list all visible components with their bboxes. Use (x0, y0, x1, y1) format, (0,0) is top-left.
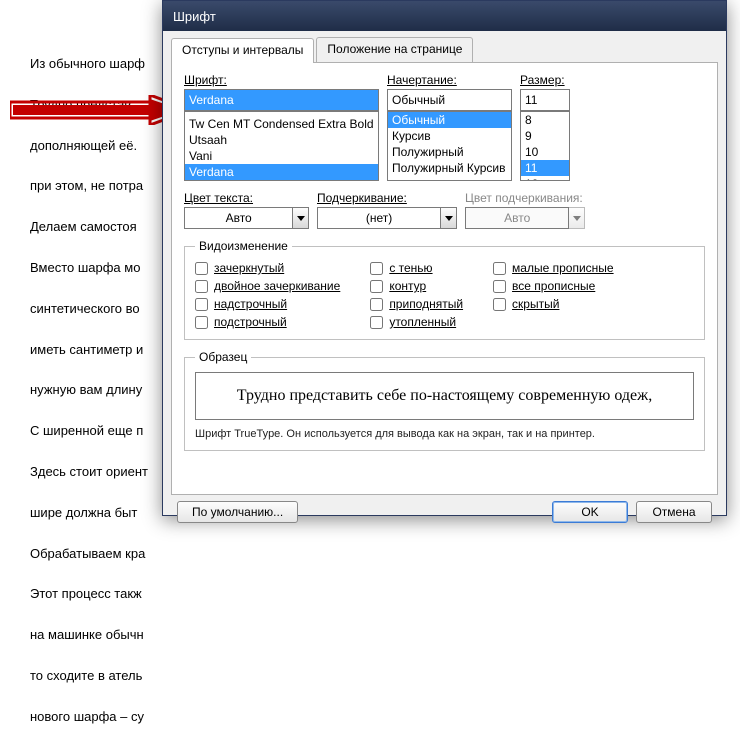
tab-bar: Отступы и интервалы Положение на страниц… (171, 37, 718, 63)
cancel-button[interactable]: Отмена (636, 501, 712, 523)
chk-outline[interactable] (370, 280, 383, 293)
list-item[interactable]: Vani (185, 148, 378, 164)
list-item[interactable]: Обычный (388, 112, 511, 128)
label-ulcolor: Цвет подчеркивания: (465, 191, 585, 205)
font-dialog: Шрифт Отступы и интервалы Положение на с… (162, 0, 727, 516)
label-textcolor: Цвет текста: (184, 191, 309, 205)
chk-super[interactable] (195, 298, 208, 311)
list-item[interactable]: 9 (521, 128, 569, 144)
ulcolor-combo (465, 207, 569, 229)
list-item[interactable]: 11 (521, 160, 569, 176)
label-underline: Подчеркивание: (317, 191, 457, 205)
list-item[interactable]: Verdana (185, 164, 378, 180)
textcolor-dropdown[interactable] (293, 207, 309, 229)
chk-shadow[interactable] (370, 262, 383, 275)
style-listbox[interactable]: ОбычныйКурсивПолужирныйПолужирный Курсив (387, 111, 512, 181)
default-button[interactable]: По умолчанию... (177, 501, 298, 523)
list-item[interactable]: Полужирный (388, 144, 511, 160)
chk-emboss[interactable] (370, 298, 383, 311)
chk-dblstrike[interactable] (195, 280, 208, 293)
effects-group: Видоизменение зачеркнутый двойное зачерк… (184, 239, 705, 340)
effects-legend: Видоизменение (195, 239, 292, 253)
tab-pageposition[interactable]: Положение на странице (316, 37, 473, 62)
ulcolor-dropdown (569, 207, 585, 229)
list-item[interactable]: 12 (521, 176, 569, 181)
tab-indents[interactable]: Отступы и интервалы (171, 38, 314, 63)
list-item[interactable]: 8 (521, 112, 569, 128)
underline-dropdown[interactable] (441, 207, 457, 229)
chk-allcaps[interactable] (493, 280, 506, 293)
dialog-title: Шрифт (173, 9, 216, 24)
underline-combo[interactable] (317, 207, 441, 229)
sample-legend: Образец (195, 350, 251, 364)
font-input[interactable] (184, 89, 379, 111)
sample-group: Образец Трудно представить себе по-насто… (184, 350, 705, 451)
label-style: Начертание: (387, 73, 512, 87)
chk-smallcaps[interactable] (493, 262, 506, 275)
list-item[interactable]: Utsaah (185, 132, 378, 148)
dialog-titlebar[interactable]: Шрифт (163, 1, 726, 31)
list-item[interactable]: 10 (521, 144, 569, 160)
textcolor-combo[interactable] (184, 207, 293, 229)
ok-button[interactable]: OK (552, 501, 628, 523)
list-item[interactable]: Полужирный Курсив (388, 160, 511, 176)
sample-preview: Трудно представить себе по-настоящему со… (195, 372, 694, 420)
label-size: Размер: (520, 73, 570, 87)
font-listbox[interactable]: Tw Cen MT CondensedTw Cen MT Condensed E… (184, 111, 379, 181)
size-input[interactable] (520, 89, 570, 111)
style-input[interactable] (387, 89, 512, 111)
font-info: Шрифт TrueType. Он используется для выво… (195, 428, 694, 440)
size-listbox[interactable]: 89101112 (520, 111, 570, 181)
chk-engrave[interactable] (370, 316, 383, 329)
chk-sub[interactable] (195, 316, 208, 329)
list-item[interactable]: Курсив (388, 128, 511, 144)
label-font: Шрифт: (184, 73, 379, 87)
list-item[interactable]: Tw Cen MT Condensed Extra Bold (185, 116, 378, 132)
chk-strike[interactable] (195, 262, 208, 275)
chk-hidden[interactable] (493, 298, 506, 311)
